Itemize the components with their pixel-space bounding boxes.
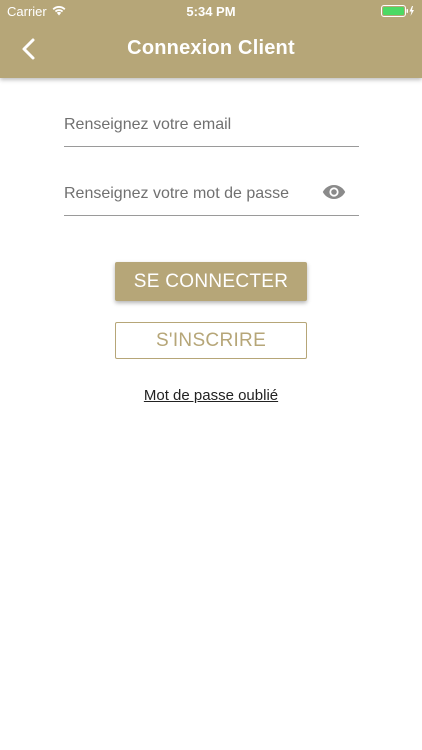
forgot-password-link[interactable]: Mot de passe oublié [0, 387, 422, 404]
register-button[interactable]: S'INSCRIRE [115, 322, 307, 359]
password-field[interactable] [64, 176, 314, 212]
status-bar: Carrier 5:34 PM [0, 0, 422, 22]
eye-icon[interactable] [322, 184, 346, 200]
app-header: Carrier 5:34 PM Connexion Client [0, 0, 422, 78]
status-time: 5:34 PM [186, 4, 236, 19]
password-field-wrapper [64, 176, 359, 216]
email-field[interactable] [64, 107, 359, 143]
battery-icon [381, 5, 414, 17]
page-title: Connexion Client [127, 37, 295, 59]
connect-button[interactable]: SE CONNECTER [115, 262, 307, 301]
email-field-wrapper [64, 107, 359, 147]
